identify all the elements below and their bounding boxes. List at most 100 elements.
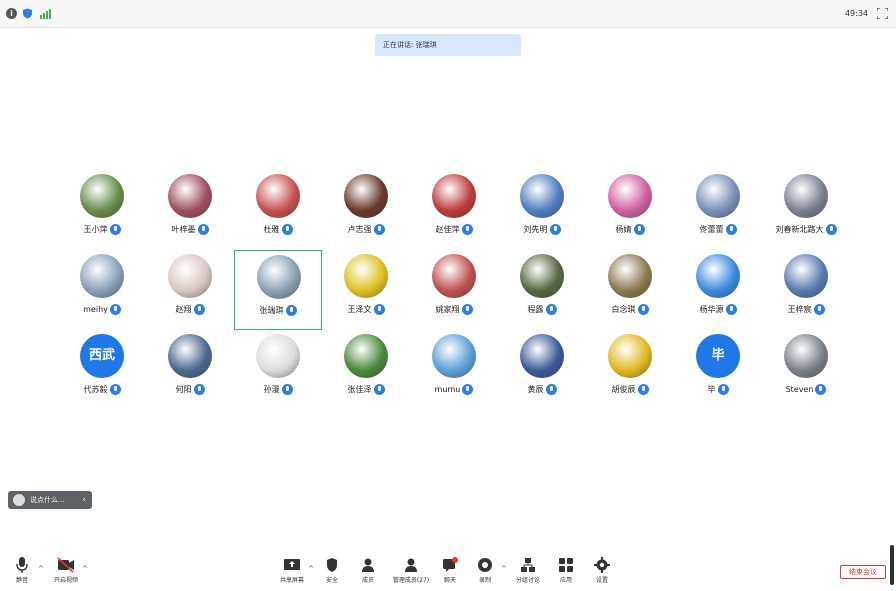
avatar[interactable] xyxy=(344,254,388,298)
avatar[interactable] xyxy=(608,254,652,298)
participant-name-row: 黄辰 xyxy=(498,384,586,395)
avatar[interactable] xyxy=(80,174,124,218)
share-screen-button[interactable]: 共享屏幕 xyxy=(272,557,312,589)
avatar[interactable] xyxy=(520,174,564,218)
status-bar: i 49:34 xyxy=(0,0,896,28)
avatar[interactable] xyxy=(168,174,212,218)
avatar[interactable] xyxy=(80,254,124,298)
chevron-up-icon[interactable]: ^ xyxy=(501,565,507,573)
scroll-indicator[interactable] xyxy=(890,545,894,585)
mute-button[interactable]: 静音 xyxy=(2,557,42,589)
participant-tile[interactable]: 刘春新北路大 xyxy=(762,170,850,250)
avatar[interactable] xyxy=(432,254,476,298)
participant-name-row: 赵佳萍 xyxy=(410,224,498,235)
participant-tile[interactable]: 姚家翔 xyxy=(410,250,498,330)
chevron-up-icon[interactable]: ^ xyxy=(38,565,44,573)
participant-tile[interactable]: 程露 xyxy=(498,250,586,330)
participant-tile[interactable]: 杨婧 xyxy=(586,170,674,250)
security-button[interactable]: 安全 xyxy=(312,557,352,589)
participant-name: 杜雅 xyxy=(263,225,280,234)
network-signal-icon[interactable] xyxy=(40,8,51,19)
video-label: 开启视频 xyxy=(53,577,78,584)
participant-tile[interactable]: meihy xyxy=(58,250,146,330)
record-button[interactable]: 录制 xyxy=(465,557,505,589)
avatar[interactable] xyxy=(432,174,476,218)
avatar[interactable] xyxy=(608,334,652,378)
reaction-input[interactable]: 说点什么... ‹ xyxy=(8,491,92,509)
participant-tile[interactable]: 王泽文 xyxy=(322,250,410,330)
avatar[interactable] xyxy=(256,174,300,218)
members-button[interactable]: 成员 xyxy=(348,557,388,589)
participant-tile[interactable]: 杜雅 xyxy=(234,170,322,250)
participant-name: 张瑞琪 xyxy=(259,306,284,315)
participant-tile[interactable]: 西武 代苏毅 xyxy=(58,330,146,410)
avatar[interactable] xyxy=(696,254,740,298)
participant-name-row: 代苏毅 xyxy=(58,384,146,395)
participant-name: 叶梓墨 xyxy=(171,225,196,234)
fullscreen-icon[interactable] xyxy=(877,8,888,19)
avatar[interactable]: 毕 xyxy=(696,334,740,378)
avatar[interactable] xyxy=(784,174,828,218)
participant-tile[interactable]: 王梓宸 xyxy=(762,250,850,330)
participant-tile[interactable]: 白念琪 xyxy=(586,250,674,330)
avatar[interactable] xyxy=(520,254,564,298)
participant-name: 姚家翔 xyxy=(435,305,460,314)
end-meeting-button[interactable]: 结束会议 xyxy=(840,565,886,579)
members-label: 成员 xyxy=(361,577,374,584)
info-icon[interactable]: i xyxy=(6,8,17,19)
participant-tile[interactable]: 王小萍 xyxy=(58,170,146,250)
avatar[interactable] xyxy=(344,334,388,378)
avatar[interactable] xyxy=(168,254,212,298)
avatar[interactable] xyxy=(608,174,652,218)
participant-tile[interactable]: Steven xyxy=(762,330,850,410)
participant-name-row: 毕 xyxy=(674,384,762,395)
participant-tile[interactable]: 卢志强 xyxy=(322,170,410,250)
participant-tile[interactable]: 刘先明 xyxy=(498,170,586,250)
participant-tile[interactable]: 胡俊辰 xyxy=(586,330,674,410)
participant-tile[interactable]: 毕毕 xyxy=(674,330,762,410)
participant-tile[interactable]: 佟蕾蕾 xyxy=(674,170,762,250)
participant-tile[interactable]: 孙漫 xyxy=(234,330,322,410)
mic-status-icon xyxy=(461,304,473,315)
avatar[interactable] xyxy=(696,174,740,218)
avatar[interactable] xyxy=(256,334,300,378)
avatar[interactable] xyxy=(520,334,564,378)
video-button[interactable]: 开启视频 xyxy=(46,557,86,589)
emoji-icon[interactable] xyxy=(13,494,25,506)
participant-name-row: 佟蕾蕾 xyxy=(674,224,762,235)
avatar[interactable] xyxy=(784,254,828,298)
participant-tile[interactable]: 何阳 xyxy=(146,330,234,410)
avatar[interactable] xyxy=(784,334,828,378)
shield-icon[interactable] xyxy=(22,8,33,19)
breakout-button[interactable]: 分组讨论 xyxy=(508,557,548,589)
avatar[interactable] xyxy=(257,255,301,299)
apps-button[interactable]: 应用 xyxy=(546,557,586,589)
settings-button[interactable]: 设置 xyxy=(582,557,622,589)
chevron-left-icon[interactable]: ‹ xyxy=(82,491,86,509)
participant-name-row: 杜雅 xyxy=(234,224,322,235)
avatar[interactable] xyxy=(432,334,476,378)
participant-tile[interactable]: 赵佳萍 xyxy=(410,170,498,250)
mic-status-icon xyxy=(197,224,209,235)
manage-members-button[interactable]: 管理成员(27) xyxy=(388,557,434,589)
participant-tile[interactable]: 张佳泽 xyxy=(322,330,410,410)
avatar[interactable]: 西武 xyxy=(80,334,124,378)
participant-name-row: 卢志强 xyxy=(322,224,410,235)
avatar[interactable] xyxy=(344,174,388,218)
participant-name: mumu xyxy=(434,385,461,394)
chat-button[interactable]: 聊天 xyxy=(430,557,470,589)
chevron-up-icon[interactable]: ^ xyxy=(82,565,88,573)
participant-tile[interactable]: mumu xyxy=(410,330,498,410)
participant-tile[interactable]: 张瑞琪 xyxy=(234,250,322,330)
participant-tile[interactable]: 赵翔 xyxy=(146,250,234,330)
participant-name: 佟蕾蕾 xyxy=(699,225,724,234)
participant-tile[interactable]: 叶梓墨 xyxy=(146,170,234,250)
participant-name: 王梓宸 xyxy=(787,305,812,314)
participant-tile[interactable]: 杨华源 xyxy=(674,250,762,330)
avatar[interactable] xyxy=(168,334,212,378)
participant-name-row: 刘春新北路大 xyxy=(762,224,850,235)
participant-tile[interactable]: 黄辰 xyxy=(498,330,586,410)
participant-name: 代苏毅 xyxy=(83,385,108,394)
speaking-notice: 正在讲话: 张瑞琪 xyxy=(375,34,521,56)
participant-name: 孙漫 xyxy=(263,385,280,394)
